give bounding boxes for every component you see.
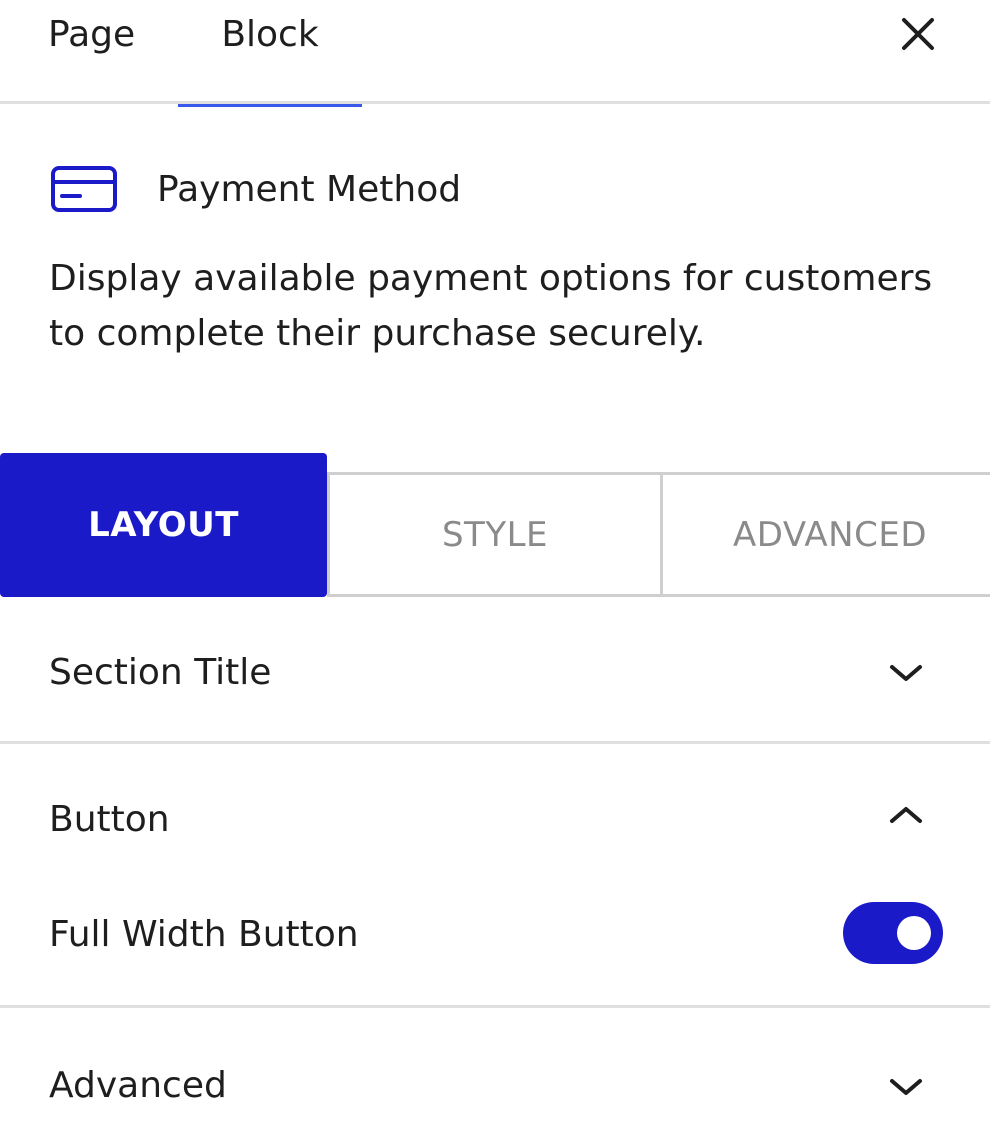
full-width-button-label: Full Width Button: [49, 914, 359, 955]
panel-advanced: Advanced: [0, 1008, 990, 1116]
sidebar-header-tabs: Page Block: [0, 0, 990, 107]
panel-button: Button Full Width Button: [0, 744, 990, 1008]
tab-layout[interactable]: LAYOUT: [0, 453, 327, 597]
panel-title: Advanced: [49, 1065, 227, 1106]
toggle-knob: [897, 916, 931, 950]
tab-style[interactable]: STYLE: [327, 472, 663, 597]
chevron-down-icon: [890, 665, 922, 681]
tab-page-label: Page: [48, 13, 136, 55]
block-description: Display available payment options for cu…: [49, 258, 933, 354]
panel-button-header[interactable]: Button: [0, 779, 990, 859]
panel-title: Button: [49, 799, 170, 840]
chevron-up-icon: [890, 807, 922, 823]
panel-section-title-header[interactable]: Section Title: [0, 632, 990, 712]
tab-advanced[interactable]: ADVANCED: [660, 472, 990, 597]
panel-advanced-header[interactable]: Advanced: [0, 1043, 990, 1123]
close-button[interactable]: [898, 14, 938, 54]
chevron-down-icon: [890, 1079, 922, 1095]
credit-card-icon: [51, 166, 117, 212]
tab-block-label: Block: [221, 13, 319, 55]
panel-title: Section Title: [49, 652, 272, 693]
close-icon: [902, 18, 934, 50]
panel-section-title: Section Title: [0, 597, 990, 744]
full-width-button-toggle[interactable]: [843, 902, 943, 964]
tab-block[interactable]: Block: [178, 0, 362, 107]
full-width-button-row: Full Width Button: [0, 894, 990, 974]
block-title: Payment Method: [157, 169, 462, 210]
tab-page[interactable]: Page: [48, 0, 135, 104]
active-tab-indicator: [178, 104, 362, 107]
inspector-tabs: LAYOUT STYLE ADVANCED: [0, 453, 990, 597]
